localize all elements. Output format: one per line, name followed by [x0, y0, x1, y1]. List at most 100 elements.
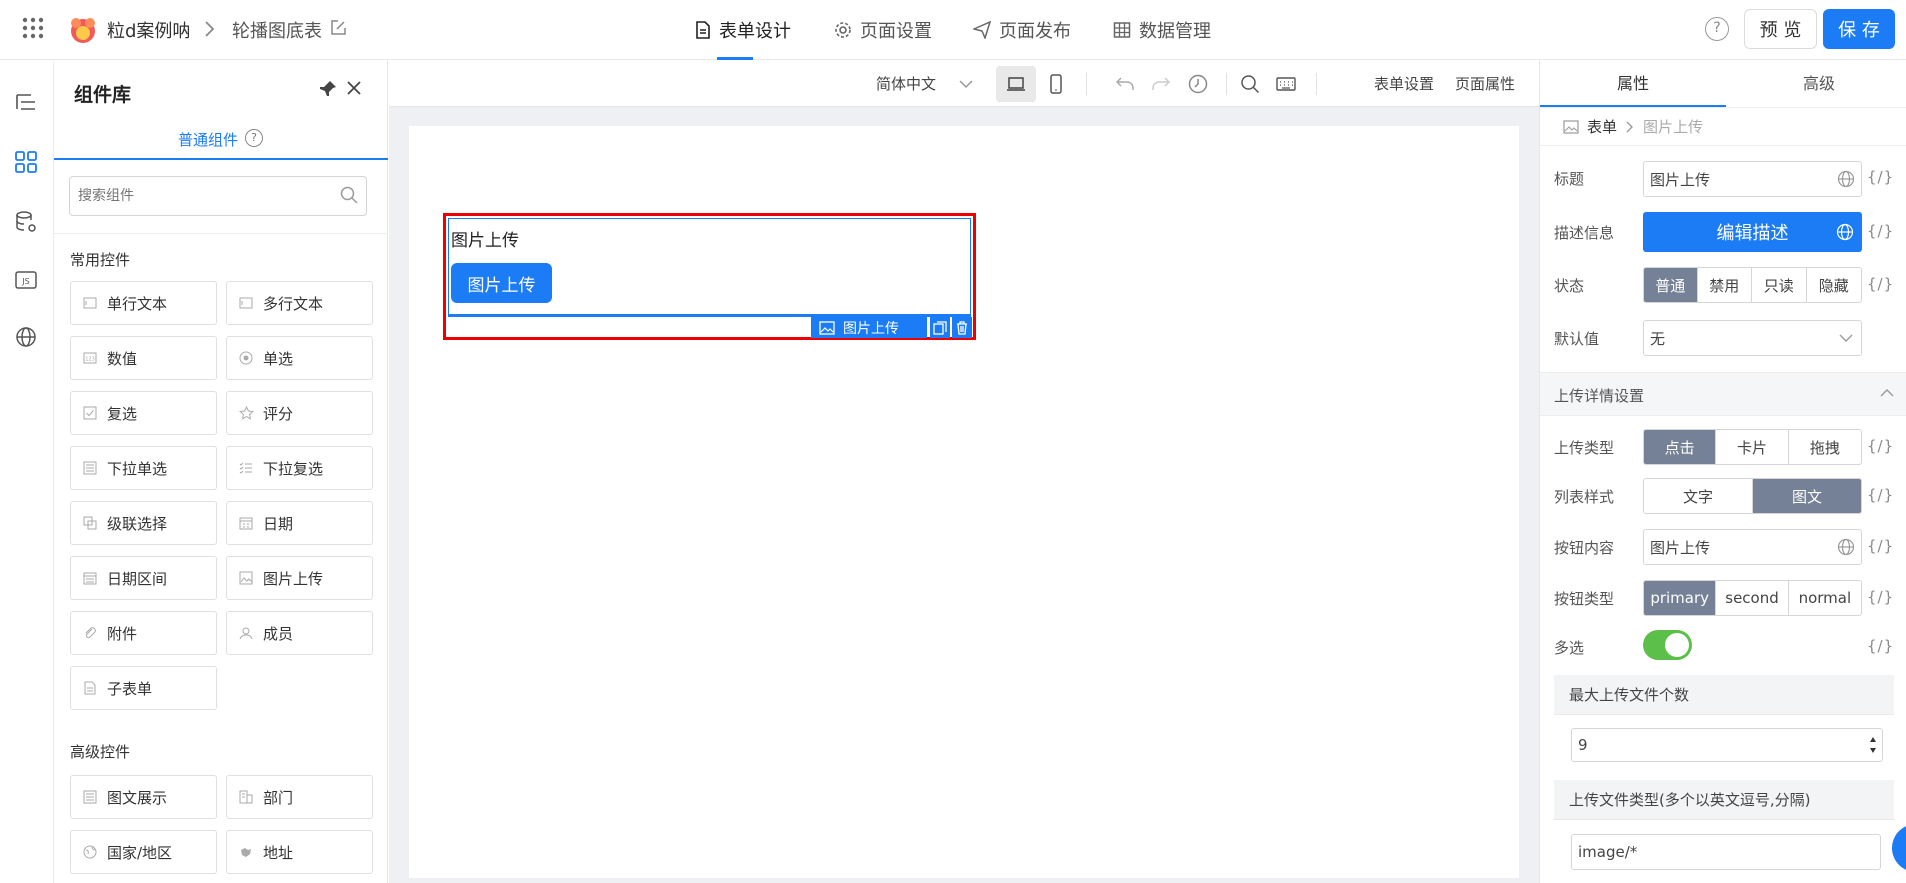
redo-icon[interactable] [1150, 73, 1172, 95]
globe-icon[interactable] [1837, 170, 1855, 188]
delete-field-icon[interactable] [952, 317, 972, 338]
form-paper[interactable]: 图片上传 图片上传 图片上传 [409, 126, 1519, 878]
app-grid-icon[interactable] [22, 17, 44, 39]
component-country-region[interactable]: 国家/地区 [70, 830, 217, 874]
edit-description-button[interactable]: 编辑描述 [1643, 212, 1862, 252]
save-button[interactable]: 保 存 [1823, 9, 1895, 49]
component-department[interactable]: 部门 [226, 775, 373, 819]
upload-settings-section-header[interactable]: 上传详情设置 [1540, 372, 1906, 416]
list-style-image-text[interactable]: 图文 [1753, 479, 1861, 513]
component-search-input[interactable] [69, 176, 367, 216]
number-stepper-icon[interactable] [1869, 734, 1877, 756]
component-address[interactable]: 地址 [226, 830, 373, 874]
component-single-line-text[interactable]: 单行文本 [70, 281, 217, 325]
chevron-down-icon[interactable] [955, 73, 977, 95]
pin-icon[interactable] [318, 79, 338, 99]
keyboard-icon[interactable] [1275, 73, 1297, 95]
section-title: 上传详情设置 [1554, 387, 1645, 405]
page-name[interactable]: 轮播图底表 [232, 17, 322, 43]
component-dropdown-multi[interactable]: 下拉复选 [226, 446, 373, 490]
help-circle-icon[interactable]: ? [245, 129, 263, 147]
tab-page-settings[interactable]: 页面设置 [834, 0, 932, 60]
upload-type-card[interactable]: 卡片 [1716, 430, 1789, 464]
component-number[interactable]: 123 数值 [70, 336, 217, 380]
component-rich-text[interactable]: 图文展示 [70, 775, 217, 819]
upload-type-click[interactable]: 点击 [1644, 430, 1717, 464]
button-type-primary[interactable]: primary [1644, 581, 1717, 615]
image-upload-field[interactable]: 图片上传 图片上传 [448, 218, 971, 315]
component-subform[interactable]: 子表单 [70, 666, 217, 710]
breadcrumb-root[interactable]: 表单 [1587, 116, 1617, 137]
state-hidden[interactable]: 隐藏 [1807, 268, 1861, 302]
globe-icon[interactable] [1837, 538, 1855, 556]
state-normal[interactable]: 普通 [1644, 268, 1698, 302]
expression-icon[interactable]: {/} [1867, 437, 1894, 455]
component-multi-line-text[interactable]: 多行文本 [226, 281, 373, 325]
button-type-second[interactable]: second [1716, 581, 1789, 615]
expression-icon[interactable]: {/} [1867, 637, 1894, 655]
tab-form-design[interactable]: 表单设计 [695, 0, 791, 60]
expression-icon[interactable]: {/} [1867, 275, 1894, 293]
expression-icon[interactable]: {/} [1867, 588, 1894, 606]
upload-type-drag[interactable]: 拖拽 [1789, 430, 1861, 464]
component-dropdown-single[interactable]: 下拉单选 [70, 446, 217, 490]
component-date[interactable]: 日期 [226, 501, 373, 545]
title-input[interactable]: 图片上传 [1643, 161, 1862, 197]
max-files-input[interactable]: 9 [1571, 728, 1883, 762]
tab-normal-components[interactable]: 普通组件 [178, 129, 238, 150]
tab-page-publish[interactable]: 页面发布 [973, 0, 1071, 60]
search-icon[interactable] [1239, 73, 1261, 95]
mobile-view-icon[interactable] [1045, 73, 1067, 95]
send-icon [973, 21, 991, 39]
component-image-upload[interactable]: 图片上传 [226, 556, 373, 600]
tab-advanced[interactable]: 高级 [1726, 61, 1906, 107]
tab-properties[interactable]: 属性 [1540, 61, 1726, 107]
globe-icon[interactable] [12, 323, 40, 351]
expression-icon[interactable]: {/} [1867, 222, 1894, 240]
component-radio[interactable]: 单选 [226, 336, 373, 380]
copy-field-icon[interactable] [930, 317, 950, 338]
component-cascade[interactable]: 级联选择 [70, 501, 217, 545]
js-script-icon[interactable]: JS [12, 266, 40, 294]
help-icon[interactable]: ? [1705, 17, 1729, 41]
expression-icon[interactable]: {/} [1867, 486, 1894, 504]
default-value-select[interactable]: 无 [1643, 320, 1862, 356]
app-name[interactable]: 粒d案例呐 [107, 17, 190, 43]
database-settings-icon[interactable] [12, 208, 40, 236]
globe-icon[interactable] [1836, 223, 1854, 241]
state-readonly[interactable]: 只读 [1752, 268, 1807, 302]
component-label: 日期 [263, 514, 294, 533]
language-select[interactable]: 简体中文 [876, 73, 936, 94]
component-rating[interactable]: 评分 [226, 391, 373, 435]
app-logo [68, 15, 98, 45]
image-upload-button[interactable]: 图片上传 [451, 263, 552, 303]
outline-tree-icon[interactable] [12, 89, 40, 117]
expression-icon[interactable]: {/} [1867, 168, 1894, 186]
chevron-up-icon[interactable] [1880, 388, 1894, 398]
button-type-normal[interactable]: normal [1789, 581, 1861, 615]
history-clock-icon[interactable] [1187, 73, 1209, 95]
page-properties-link[interactable]: 页面属性 [1455, 73, 1515, 94]
chevron-right-icon [1625, 120, 1635, 134]
components-grid-icon[interactable] [12, 148, 40, 176]
multi-select-toggle[interactable] [1643, 630, 1692, 660]
component-date-range[interactable]: 日期区间 [70, 556, 217, 600]
edit-icon[interactable] [329, 19, 347, 37]
desktop-view-button[interactable] [996, 66, 1036, 102]
expression-icon[interactable]: {/} [1867, 537, 1894, 555]
undo-icon[interactable] [1114, 73, 1136, 95]
selected-field-frame[interactable]: 图片上传 图片上传 图片上传 [443, 213, 976, 340]
form-settings-link[interactable]: 表单设置 [1374, 73, 1434, 94]
component-attachment[interactable]: 附件 [70, 611, 217, 655]
close-icon[interactable] [346, 80, 362, 96]
component-member[interactable]: 成员 [226, 611, 373, 655]
file-types-input[interactable]: image/* [1571, 834, 1881, 870]
preview-button[interactable]: 预 览 [1744, 9, 1817, 49]
state-disabled[interactable]: 禁用 [1698, 268, 1753, 302]
library-title: 组件库 [74, 84, 132, 106]
button-content-input[interactable]: 图片上传 [1643, 529, 1862, 565]
tab-data-management[interactable]: 数据管理 [1113, 0, 1211, 60]
list-style-text[interactable]: 文字 [1644, 479, 1753, 513]
component-checkbox[interactable]: 复选 [70, 391, 217, 435]
component-label: 单选 [263, 349, 294, 368]
